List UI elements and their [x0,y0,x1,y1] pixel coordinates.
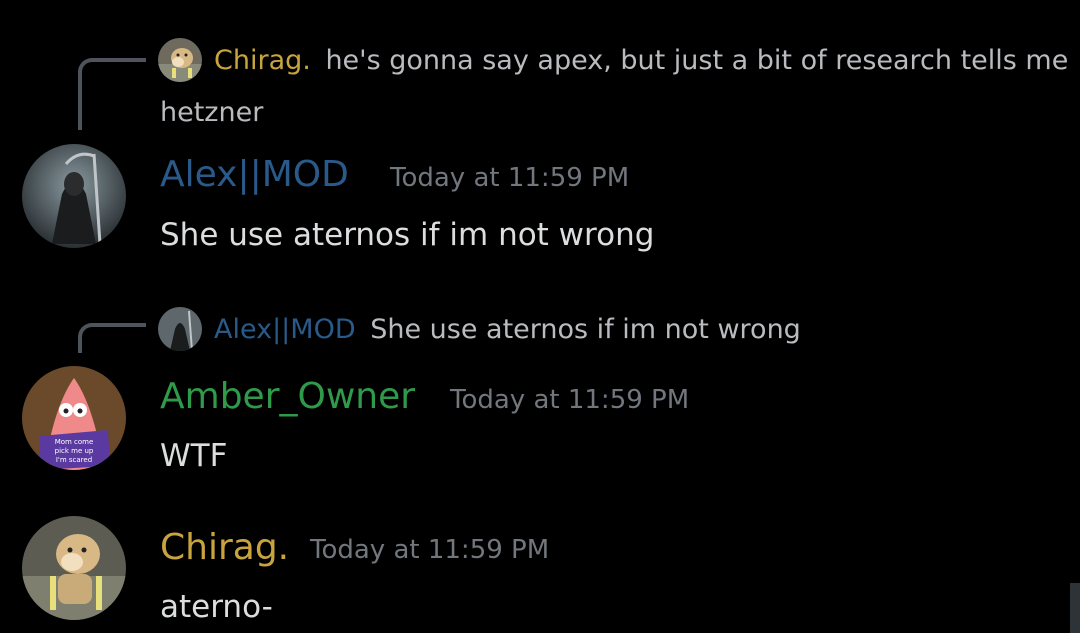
author-avatar[interactable] [22,144,126,248]
patrick-avatar-icon: Mom come pick me up I'm scared [22,366,126,470]
message-content: WTF [160,438,228,474]
svg-text:pick me up: pick me up [55,447,94,455]
author-name[interactable]: Amber_Owner [160,375,415,419]
reply-preview[interactable]: Alex||MOD She use aternos if im not wron… [214,304,801,356]
reaper-avatar-icon [158,307,202,351]
reply-connector [78,323,146,353]
svg-text:I'm scared: I'm scared [56,456,92,464]
author-avatar[interactable]: Mom come pick me up I'm scared [22,366,126,470]
reply-author-name[interactable]: Alex||MOD [214,314,356,345]
reply-connector [78,58,146,130]
svg-text:Mom come: Mom come [55,438,94,446]
message-content: She use aternos if im not wrong [160,217,655,253]
message-timestamp: Today at 11:59 PM [390,163,630,193]
message-timestamp: Today at 11:59 PM [450,385,690,415]
reply-text: he's gonna say apex, but just a bit of r… [325,45,1069,76]
author-name[interactable]: Chirag. [160,526,289,570]
message-timestamp: Today at 11:59 PM [310,535,550,565]
message-content: aterno- [160,589,273,625]
doge-avatar-icon [158,38,202,82]
reply-author-name[interactable]: Chirag. [214,45,311,76]
scrollbar-thumb[interactable] [1070,583,1080,633]
reply-text-continued: hetzner [160,97,264,128]
author-avatar[interactable] [22,516,126,620]
reply-text: She use aternos if im not wrong [370,314,801,345]
reply-avatar[interactable] [158,307,202,351]
doge-avatar-icon [22,516,126,620]
author-name[interactable]: Alex||MOD [160,153,349,197]
reply-preview[interactable]: Chirag. he's gonna say apex, but just a … [214,35,1068,87]
reply-avatar[interactable] [158,38,202,82]
reaper-avatar-icon [22,144,126,248]
